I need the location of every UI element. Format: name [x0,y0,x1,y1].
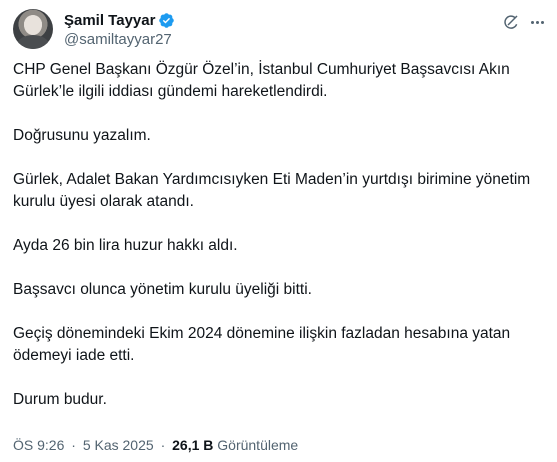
tweet-date[interactable]: 5 Kas 2025 [83,437,154,453]
more-dot [540,20,544,24]
views-count: 26,1 B [172,437,214,453]
tweet-paragraph: Başsavcı olunca yönetim kurulu üyeliği b… [13,281,312,298]
display-name-row: Şamil Tayyar [64,10,175,30]
tweet-meta: ÖS 9:26 · 5 Kas 2025 · 26,1 B Görüntülem… [13,437,298,453]
tweet: Şamil Tayyar @samiltayyar27 CHP Genel Ba… [0,0,557,462]
avatar-body [17,35,49,49]
display-name[interactable]: Şamil Tayyar [64,12,155,29]
tweet-header: Şamil Tayyar @samiltayyar27 [13,9,547,53]
more-options-icon[interactable] [527,13,547,31]
tweet-paragraph: Gürlek, Adalet Bakan Yardımcısıyken Eti … [13,171,531,210]
author-names: Şamil Tayyar @samiltayyar27 [64,10,175,48]
verified-badge-icon[interactable] [158,12,175,29]
avatar-face [24,15,42,35]
tweet-text: CHP Genel Başkanı Özgür Özel’in, İstanbu… [13,59,549,433]
meta-separator: · [160,437,166,453]
avatar[interactable] [13,9,53,49]
tweet-paragraph: Doğrusunu yazalım. [13,127,151,144]
tweet-paragraph: Ayda 26 bin lira huzur hakkı aldı. [13,237,238,254]
tweet-time[interactable]: ÖS 9:26 [13,437,64,453]
tweet-paragraph: Geçiş dönemindeki Ekim 2024 dönemine ili… [13,325,511,364]
meta-separator: · [71,437,76,453]
more-dot [535,20,539,24]
grok-icon[interactable] [502,13,520,31]
more-dot [530,20,534,24]
tweet-paragraph: Durum budur. [13,391,107,408]
views-label: Görüntüleme [217,437,299,453]
handle[interactable]: @samiltayyar27 [64,31,175,48]
tweet-paragraph: CHP Genel Başkanı Özgür Özel’in, İstanbu… [13,61,510,100]
